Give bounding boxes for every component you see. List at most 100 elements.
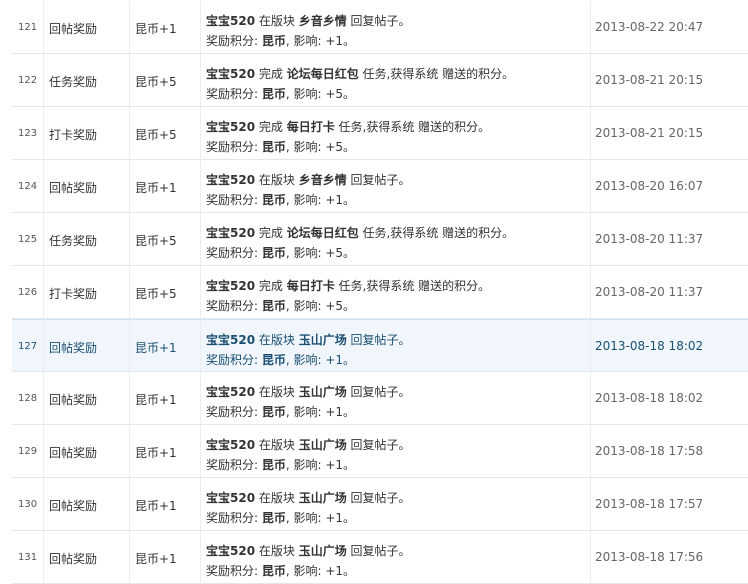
log-detail: 宝宝520 在版块 玉山广场 回复帖子。 奖励积分: 昆币, 影响: +1。	[206, 488, 411, 528]
column-divider	[129, 1, 130, 53]
reward-currency: 昆币	[261, 353, 286, 367]
detail-highlight: 论坛每日红包	[286, 67, 359, 81]
reward-label: 奖励积分:	[206, 87, 262, 101]
detail-text: 回复帖子。	[346, 173, 411, 187]
credit-change: 昆币+1	[135, 181, 177, 195]
column-divider	[129, 107, 130, 159]
detail-line-reward: 奖励积分: 昆币, 影响: +5。	[206, 243, 514, 263]
column-divider	[43, 213, 44, 265]
column-divider	[590, 320, 591, 371]
detail-line-reward: 奖励积分: 昆币, 影响: +1。	[206, 31, 411, 51]
detail-line-reward: 奖励积分: 昆币, 影响: +1。	[206, 455, 411, 475]
reward-label: 奖励积分:	[206, 193, 262, 207]
column-divider	[43, 107, 44, 159]
detail-text: 在版块	[255, 14, 299, 28]
detail-line-reward: 奖励积分: 昆币, 影响: +1。	[206, 190, 411, 210]
column-divider	[200, 531, 201, 583]
column-divider	[590, 1, 591, 53]
table-row: 131 回帖奖励 昆币+1 宝宝520 在版块 玉山广场 回复帖子。 奖励积分: 昆币,…	[12, 531, 748, 584]
credit-change: 昆币+1	[135, 393, 177, 407]
detail-text: 任务,获得系统 赠送的积分。	[334, 279, 491, 293]
reward-currency: 昆币	[261, 299, 286, 313]
user-name: 宝宝520	[206, 385, 256, 399]
user-name: 宝宝520	[206, 226, 256, 240]
column-divider	[200, 372, 201, 424]
column-divider	[43, 425, 44, 477]
log-detail: 宝宝520 完成 论坛每日红包 任务,获得系统 赠送的积分。 奖励积分: 昆币, …	[206, 64, 514, 104]
reward-currency: 昆币	[261, 34, 286, 48]
credit-change: 昆币+1	[135, 22, 177, 36]
log-detail: 宝宝520 完成 论坛每日红包 任务,获得系统 赠送的积分。奖励积分: 昆币, …	[206, 223, 514, 263]
detail-line-action: 宝宝520 完成 每日打卡 任务,获得系统 赠送的积分。	[206, 276, 490, 296]
log-time: 2013-08-18 17:58	[595, 444, 704, 458]
log-time: 2013-08-21 20:15	[595, 126, 704, 140]
detail-text: 在版块	[255, 438, 299, 452]
table-row: 130 回帖奖励 昆币+1 宝宝520 在版块 玉山广场 回复帖子。 奖励积分: 昆币,…	[12, 478, 748, 531]
user-name: 宝宝520	[206, 279, 256, 293]
credit-log-table: 121 回帖奖励 昆币+1 宝宝520 在版块 乡音乡情 回复帖子。 奖励积分: 昆币,…	[0, 0, 748, 584]
log-time: 2013-08-21 20:15	[595, 73, 704, 87]
reward-effect: , 影响: +1。	[285, 193, 356, 207]
column-divider	[200, 107, 201, 159]
column-divider	[129, 54, 130, 106]
column-divider	[200, 160, 201, 212]
column-divider	[129, 531, 130, 583]
detail-text: 完成	[255, 120, 287, 134]
detail-highlight: 玉山广场	[298, 385, 347, 399]
detail-text: 任务,获得系统 赠送的积分。	[358, 226, 515, 240]
table-row: 128 回帖奖励 昆币+1 宝宝520 在版块 玉山广场 回复帖子。 奖励积分: 昆币,…	[12, 372, 748, 425]
reward-effect: , 影响: +1。	[285, 511, 356, 525]
detail-text: 回复帖子。	[346, 333, 411, 347]
detail-text: 在版块	[255, 491, 299, 505]
reward-label: 奖励积分:	[206, 34, 262, 48]
reward-currency: 昆币	[261, 193, 286, 207]
reward-label: 奖励积分:	[206, 353, 262, 367]
reward-currency: 昆币	[261, 246, 286, 260]
column-divider	[200, 1, 201, 53]
column-divider	[200, 425, 201, 477]
column-divider	[43, 320, 44, 371]
column-divider	[129, 478, 130, 530]
column-divider	[129, 266, 130, 318]
credit-change: 昆币+1	[135, 341, 177, 355]
column-divider	[590, 107, 591, 159]
log-detail: 宝宝520 在版块 乡音乡情 回复帖子。 奖励积分: 昆币, 影响: +1。	[206, 170, 411, 210]
detail-highlight: 玉山广场	[298, 491, 347, 505]
table-row: 124 回帖奖励 昆币+1 宝宝520 在版块 乡音乡情 回复帖子。 奖励积分: 昆币,…	[12, 160, 748, 213]
column-divider	[590, 213, 591, 265]
reward-label: 奖励积分:	[206, 246, 262, 260]
detail-text: 在版块	[255, 333, 299, 347]
operation-type: 回帖奖励	[49, 341, 98, 355]
credit-change: 昆币+1	[135, 499, 177, 513]
operation-type: 回帖奖励	[49, 446, 98, 460]
detail-line-reward: 奖励积分: 昆币, 影响: +5。	[206, 84, 514, 104]
row-id: 127	[18, 341, 38, 352]
reward-label: 奖励积分:	[206, 564, 262, 578]
table-row: 123 打卡奖励 昆币+5 宝宝520 完成 每日打卡 任务,获得系统 赠送的积分。奖…	[12, 107, 748, 160]
column-divider	[43, 160, 44, 212]
detail-highlight: 玉山广场	[298, 544, 347, 558]
column-divider	[43, 266, 44, 318]
user-name: 宝宝520	[206, 173, 256, 187]
credit-change: 昆币+1	[135, 552, 177, 566]
reward-effect: , 影响: +5。	[285, 87, 356, 101]
column-divider	[590, 531, 591, 583]
row-id: 131	[18, 552, 38, 563]
column-divider	[200, 478, 201, 530]
operation-type: 回帖奖励	[49, 552, 98, 566]
detail-text: 完成	[255, 226, 287, 240]
column-divider	[200, 266, 201, 318]
column-divider	[43, 478, 44, 530]
reward-label: 奖励积分:	[206, 299, 262, 313]
reward-currency: 昆币	[261, 564, 286, 578]
detail-highlight: 玉山广场	[298, 333, 347, 347]
operation-type: 打卡奖励	[49, 128, 98, 142]
log-time: 2013-08-22 20:47	[595, 20, 704, 34]
column-divider	[129, 213, 130, 265]
detail-text: 完成	[255, 67, 287, 81]
column-divider	[590, 425, 591, 477]
column-divider	[200, 213, 201, 265]
detail-line-reward: 奖励积分: 昆币, 影响: +1。	[206, 402, 411, 422]
reward-effect: , 影响: +5。	[285, 299, 356, 313]
detail-highlight: 论坛每日红包	[286, 226, 359, 240]
